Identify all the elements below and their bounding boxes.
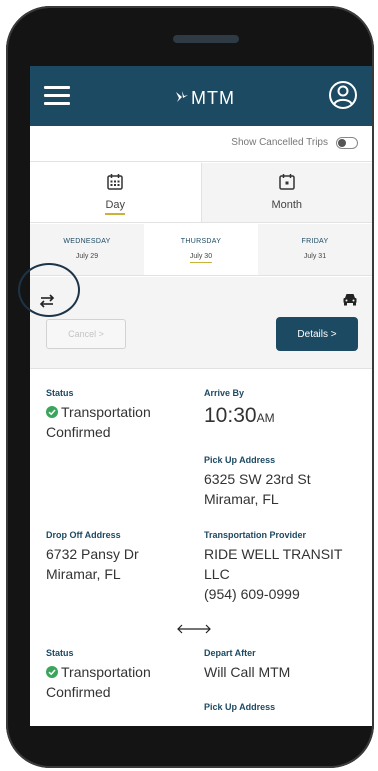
provider-line2: LLC xyxy=(204,566,230,582)
day-name: FRIDAY xyxy=(301,238,329,245)
app-screen: MTM Show Cancelled Trips Day Month WEDNE… xyxy=(30,66,372,726)
calendar-grid-icon xyxy=(107,174,123,190)
day-date: July 31 xyxy=(303,253,327,260)
day-thursday[interactable]: THURSDAY July 30 xyxy=(144,224,258,275)
toggle-knob xyxy=(338,139,346,147)
dropoff-address: 6732 Pansy Dr Miramar, FL xyxy=(46,544,186,584)
arrive-time-ampm: AM xyxy=(256,411,275,425)
day-selector: WEDNESDAY July 29 THURSDAY July 30 FRIDA… xyxy=(30,224,372,276)
trip1-arrive-by: Arrive By 10:30AM xyxy=(204,388,364,428)
status-line2: Confirmed xyxy=(46,424,111,440)
depart-after-value: Will Call MTM xyxy=(204,664,291,680)
trip1-status: Status Transportation Confirmed xyxy=(46,388,186,442)
status-line1: Transportation xyxy=(61,404,151,420)
dropoff-label: Drop Off Address xyxy=(46,530,121,540)
status-value: Transportation Confirmed xyxy=(46,662,186,702)
arrive-time: 10:30AM xyxy=(204,404,364,428)
dropoff-line2: Miramar, FL xyxy=(46,566,121,582)
profile-icon[interactable] xyxy=(328,80,358,110)
tab-month-label: Month xyxy=(271,199,303,211)
arrive-by-label: Arrive By xyxy=(204,388,245,398)
tab-day[interactable]: Day xyxy=(30,163,201,222)
details-button[interactable]: Details > xyxy=(276,317,358,351)
logo-star-icon xyxy=(176,90,188,102)
day-name: WEDNESDAY xyxy=(63,238,111,245)
cancelled-trips-label: Show Cancelled Trips xyxy=(231,137,328,148)
dropoff-line1: 6732 Pansy Dr xyxy=(46,546,139,562)
pickup-line2: Miramar, FL xyxy=(204,491,279,507)
trip2-pickup: Pick Up Address xyxy=(204,702,364,712)
pickup-label: Pick Up Address xyxy=(204,455,276,465)
pickup-label: Pick Up Address xyxy=(204,702,276,712)
trip2-depart-after: Depart After Will Call MTM xyxy=(204,648,364,682)
phone-speaker xyxy=(173,35,239,43)
calendar-dot-icon xyxy=(279,174,295,190)
trip1-dropoff: Drop Off Address 6732 Pansy Dr Miramar, … xyxy=(46,530,186,584)
trip-action-bar: Cancel > Details > xyxy=(30,277,372,369)
cancelled-trips-row: Show Cancelled Trips xyxy=(30,126,372,162)
app-header: MTM xyxy=(30,66,372,126)
status-label: Status xyxy=(46,648,74,658)
day-name: THURSDAY xyxy=(180,238,222,245)
day-date: July 29 xyxy=(75,253,99,260)
pickup-address: 6325 SW 23rd St Miramar, FL xyxy=(204,469,364,509)
arrive-time-value: 10:30 xyxy=(204,404,257,427)
trip1-provider: Transportation Provider RIDE WELL TRANSI… xyxy=(204,530,369,604)
depart-after-label: Depart After xyxy=(204,648,256,658)
day-friday[interactable]: FRIDAY July 31 xyxy=(258,224,372,275)
logo-text: MTM xyxy=(191,88,235,108)
pickup-line1: 6325 SW 23rd St xyxy=(204,471,311,487)
status-line1: Transportation xyxy=(61,664,151,680)
provider-info: RIDE WELL TRANSIT LLC (954) 609-0999 xyxy=(204,544,369,604)
annotation-circle xyxy=(18,263,80,317)
check-circle-icon xyxy=(46,406,58,418)
status-line2: Confirmed xyxy=(46,684,111,700)
hamburger-menu-icon[interactable] xyxy=(44,86,70,106)
provider-line1: RIDE WELL TRANSIT xyxy=(204,546,343,562)
provider-phone: (954) 609-0999 xyxy=(204,586,300,602)
view-tabs: Day Month xyxy=(30,163,372,223)
tab-month[interactable]: Month xyxy=(200,163,372,222)
trip1-pickup: Pick Up Address 6325 SW 23rd St Miramar,… xyxy=(204,455,364,509)
car-icon xyxy=(343,294,357,306)
trip2-status: Status Transportation Confirmed xyxy=(46,648,186,702)
cancelled-trips-toggle[interactable] xyxy=(336,137,358,149)
cancel-button[interactable]: Cancel > xyxy=(46,319,126,349)
mtm-logo: MTM xyxy=(173,84,235,109)
status-label: Status xyxy=(46,388,74,398)
tab-day-label: Day xyxy=(105,199,126,215)
provider-label: Transportation Provider xyxy=(204,530,307,540)
check-circle-icon xyxy=(46,666,58,678)
day-date: July 30 xyxy=(189,253,213,263)
status-value: Transportation Confirmed xyxy=(46,402,186,442)
double-arrow-icon xyxy=(177,624,211,634)
phone-frame: MTM Show Cancelled Trips Day Month WEDNE… xyxy=(6,6,374,768)
